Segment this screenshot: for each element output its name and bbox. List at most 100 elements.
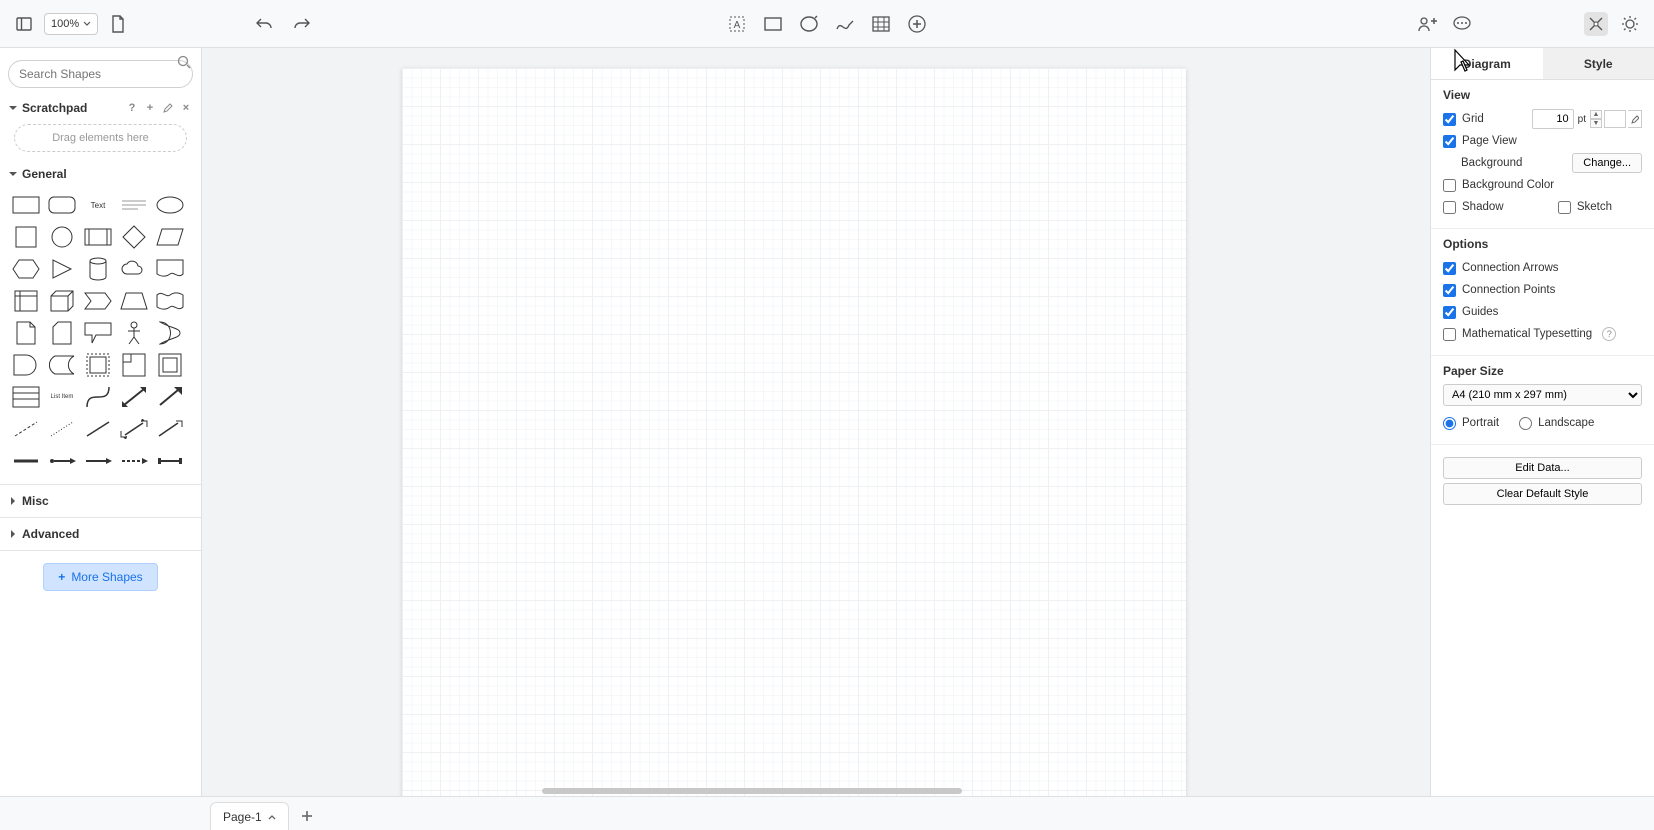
- scratchpad-add-button[interactable]: +: [143, 101, 157, 115]
- shape-document[interactable]: [154, 256, 186, 282]
- insert-rectangle-button[interactable]: [761, 12, 785, 36]
- shape-internal-storage[interactable]: [10, 288, 42, 314]
- paper-size-select[interactable]: A4 (210 mm x 297 mm): [1443, 384, 1642, 406]
- insert-ellipse-button[interactable]: [797, 12, 821, 36]
- shape-or[interactable]: [154, 320, 186, 346]
- zoom-select[interactable]: 100%: [44, 13, 98, 35]
- grid-color-swatch[interactable]: [1604, 110, 1626, 128]
- portrait-radio[interactable]: Portrait: [1443, 417, 1499, 430]
- scratchpad-dropzone[interactable]: Drag elements here: [14, 124, 187, 152]
- shape-cloud[interactable]: [118, 256, 150, 282]
- shape-triangle[interactable]: [46, 256, 78, 282]
- tab-style[interactable]: Style: [1543, 48, 1654, 79]
- share-button[interactable]: [1416, 12, 1440, 36]
- tab-diagram[interactable]: Diagram: [1431, 48, 1543, 79]
- chevron-down-icon: [8, 169, 18, 179]
- shape-list[interactable]: [10, 384, 42, 410]
- general-header[interactable]: General: [0, 162, 201, 186]
- new-document-button[interactable]: [106, 12, 130, 36]
- clear-default-style-button[interactable]: Clear Default Style: [1443, 483, 1642, 505]
- canvas-area[interactable]: [202, 48, 1430, 796]
- connection-points-checkbox[interactable]: Connection Points: [1443, 284, 1555, 297]
- sketch-checkbox[interactable]: Sketch: [1558, 201, 1612, 214]
- math-typesetting-checkbox[interactable]: Mathematical Typesetting: [1443, 328, 1592, 341]
- toggle-sidebar-button[interactable]: [12, 12, 36, 36]
- shape-dashed-line[interactable]: [10, 416, 42, 442]
- shape-thick-line[interactable]: [10, 448, 42, 474]
- grid-spinner[interactable]: ▲▼: [1590, 110, 1602, 128]
- landscape-radio[interactable]: Landscape: [1519, 417, 1594, 430]
- background-change-button[interactable]: Change...: [1572, 153, 1642, 173]
- shape-actor[interactable]: [118, 320, 150, 346]
- grid-color-edit[interactable]: [1628, 110, 1642, 128]
- undo-button[interactable]: [252, 12, 276, 36]
- shape-process[interactable]: [82, 224, 114, 250]
- shape-trapezoid[interactable]: [118, 288, 150, 314]
- scratchpad-edit-button[interactable]: [161, 101, 175, 115]
- shape-step[interactable]: [82, 288, 114, 314]
- shape-list-item[interactable]: List Item: [46, 384, 78, 410]
- grid-size-input[interactable]: [1532, 109, 1574, 129]
- shape-diamond[interactable]: [118, 224, 150, 250]
- shape-dotted-line[interactable]: [46, 416, 78, 442]
- shape-callout[interactable]: [82, 320, 114, 346]
- shape-arrow[interactable]: [154, 384, 186, 410]
- search-input[interactable]: [8, 60, 193, 88]
- scratchpad-header[interactable]: Scratchpad ? + ×: [0, 96, 201, 120]
- shape-card[interactable]: [46, 320, 78, 346]
- shape-bidirectional-arrow[interactable]: [118, 384, 150, 410]
- shape-link[interactable]: [46, 448, 78, 474]
- more-shapes-button[interactable]: + More Shapes: [43, 563, 157, 591]
- page-tab-1[interactable]: Page-1: [210, 802, 289, 830]
- redo-button[interactable]: [290, 12, 314, 36]
- shape-cylinder[interactable]: [82, 256, 114, 282]
- connection-arrows-checkbox[interactable]: Connection Arrows: [1443, 262, 1559, 275]
- shape-group[interactable]: [118, 352, 150, 378]
- shape-bidir-connector[interactable]: [118, 416, 150, 442]
- shape-frame[interactable]: [154, 352, 186, 378]
- shape-arrow-line[interactable]: [82, 448, 114, 474]
- background-color-checkbox[interactable]: Background Color: [1443, 179, 1554, 192]
- shape-text[interactable]: Text: [82, 192, 114, 218]
- shadow-checkbox[interactable]: Shadow: [1443, 201, 1504, 214]
- scratchpad-close-button[interactable]: ×: [179, 101, 193, 115]
- grid-checkbox[interactable]: Grid: [1443, 113, 1484, 126]
- shape-parallelogram[interactable]: [154, 224, 186, 250]
- shape-container[interactable]: [82, 352, 114, 378]
- edit-data-button[interactable]: Edit Data...: [1443, 457, 1642, 479]
- shape-square[interactable]: [10, 224, 42, 250]
- format-toggle-button[interactable]: [1584, 12, 1608, 36]
- theme-toggle-button[interactable]: [1618, 12, 1642, 36]
- shape-curve[interactable]: [82, 384, 114, 410]
- shape-cube[interactable]: [46, 288, 78, 314]
- insert-more-button[interactable]: [905, 12, 929, 36]
- shape-note[interactable]: [10, 320, 42, 346]
- insert-freehand-button[interactable]: [833, 12, 857, 36]
- shape-connector-bar[interactable]: [154, 448, 186, 474]
- general-label: General: [22, 167, 67, 181]
- shape-circle[interactable]: [46, 224, 78, 250]
- shape-hexagon[interactable]: [10, 256, 42, 282]
- comments-button[interactable]: [1450, 12, 1474, 36]
- guides-checkbox[interactable]: Guides: [1443, 306, 1498, 319]
- shape-ellipse[interactable]: [154, 192, 186, 218]
- shape-dashed-arrow[interactable]: [118, 448, 150, 474]
- misc-header[interactable]: Misc: [0, 485, 201, 517]
- page-view-checkbox[interactable]: Page View: [1443, 135, 1517, 148]
- shape-tape[interactable]: [154, 288, 186, 314]
- advanced-header[interactable]: Advanced: [0, 518, 201, 550]
- math-help-icon[interactable]: ?: [1602, 327, 1616, 341]
- shape-directional-connector[interactable]: [154, 416, 186, 442]
- shape-data-storage[interactable]: [46, 352, 78, 378]
- insert-text-button[interactable]: A: [725, 12, 749, 36]
- insert-table-button[interactable]: [869, 12, 893, 36]
- shape-rectangle[interactable]: [10, 192, 42, 218]
- shape-textbox[interactable]: [118, 192, 150, 218]
- canvas-page[interactable]: [402, 68, 1186, 796]
- shape-and[interactable]: [10, 352, 42, 378]
- add-page-button[interactable]: [293, 802, 321, 830]
- shape-line[interactable]: [82, 416, 114, 442]
- horizontal-scrollbar[interactable]: [542, 788, 962, 794]
- shape-rounded-rectangle[interactable]: [46, 192, 78, 218]
- scratchpad-help-button[interactable]: ?: [125, 101, 139, 115]
